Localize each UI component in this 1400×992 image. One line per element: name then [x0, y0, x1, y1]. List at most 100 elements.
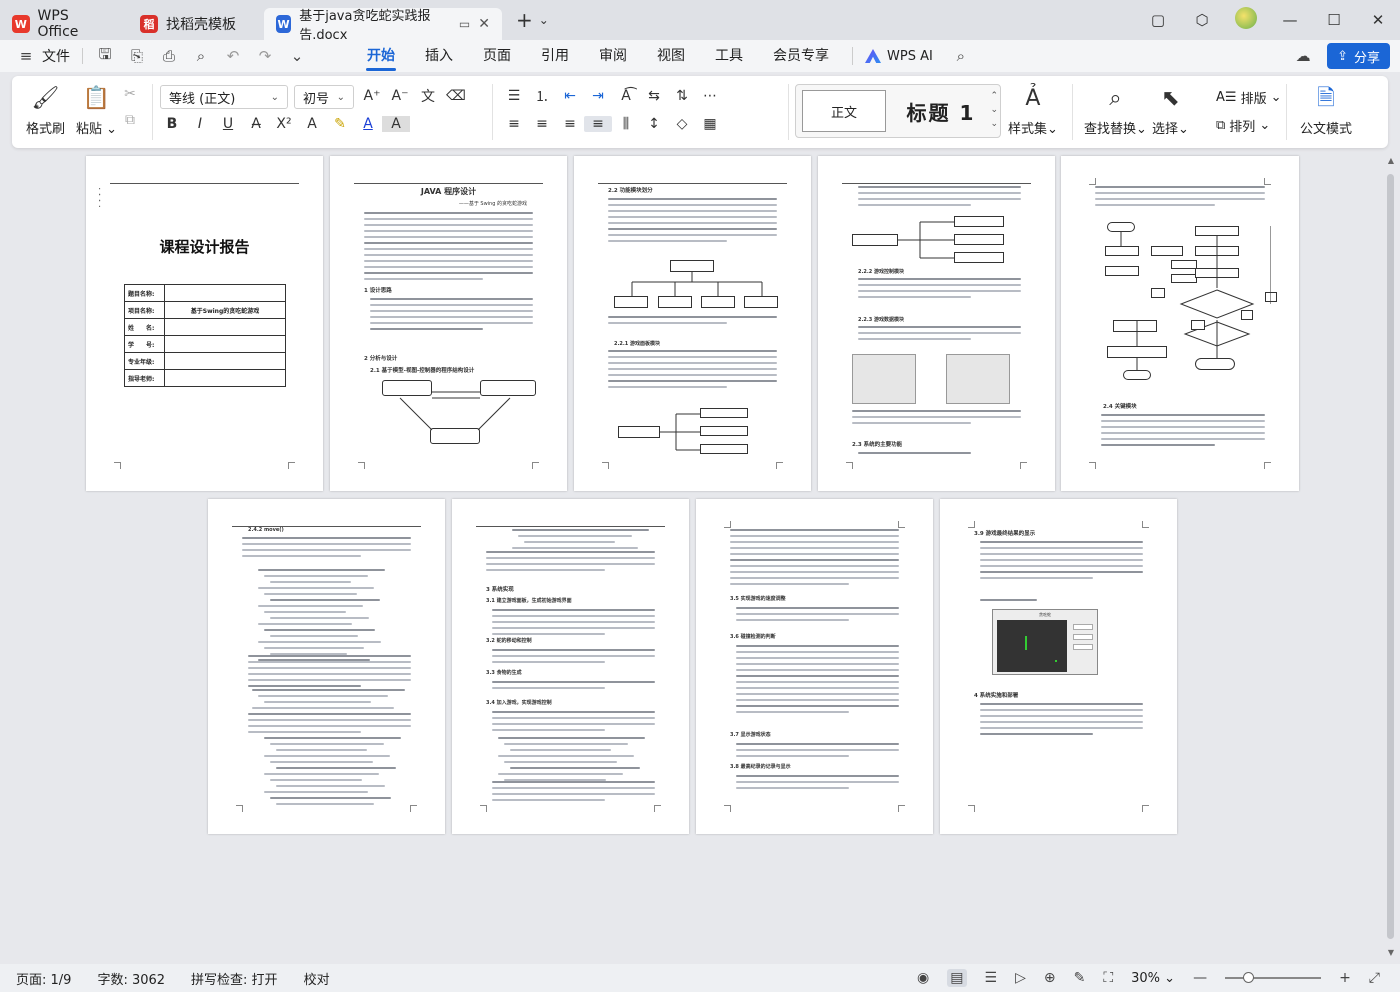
- new-tab-plus-icon[interactable]: +: [516, 8, 533, 32]
- tab-insert[interactable]: 插入: [410, 40, 468, 72]
- cube-icon[interactable]: ⬡: [1180, 11, 1224, 29]
- shading-icon[interactable]: ◇: [668, 116, 696, 132]
- sort-icon[interactable]: ⇅: [668, 88, 696, 104]
- text-direction-icon[interactable]: ⇆: [640, 88, 668, 104]
- print-preview-icon[interactable]: ⌕: [191, 47, 211, 65]
- close-tab-icon[interactable]: ✕: [478, 16, 490, 32]
- eye-protection-icon[interactable]: ◉: [917, 970, 929, 986]
- align-right-icon[interactable]: ≡: [556, 116, 584, 132]
- cloud-upload-icon[interactable]: ☁: [1293, 47, 1313, 65]
- style-scroll[interactable]: ⌃ ⌄ ⌄: [990, 89, 998, 131]
- font-color-icon[interactable]: A: [354, 116, 382, 132]
- show-marks-icon[interactable]: ⋯: [696, 88, 724, 104]
- proofread-button[interactable]: 校对: [304, 969, 330, 988]
- word-count[interactable]: 字数: 3062: [97, 969, 165, 988]
- zoom-level[interactable]: 30% ⌄: [1131, 971, 1175, 986]
- page-thumbnail-1[interactable]: ⁚ ⁚ ⁚ 课程设计报告 题目名称: 项目名称: 基于Swing的贪吃蛇游戏 姓 名:…: [86, 156, 323, 491]
- phonetic-icon[interactable]: 文: [414, 86, 442, 106]
- monitor-icon[interactable]: ▭: [459, 17, 470, 31]
- zoom-in-icon[interactable]: +: [1339, 970, 1351, 986]
- page-thumbnail-4[interactable]: 2.2.2 游戏控制模块 2.2.3 游戏数据模块 2.3 系统的主要功能: [818, 156, 1055, 491]
- align-left-icon[interactable]: ≡: [500, 116, 528, 132]
- style-set-button[interactable]: Ả 样式集⌄: [1008, 84, 1058, 137]
- italic-icon[interactable]: I: [186, 116, 214, 132]
- superscript-icon[interactable]: X²: [270, 116, 298, 132]
- text-effect-icon[interactable]: A: [298, 116, 326, 132]
- save-icon[interactable]: 🖫: [95, 44, 115, 69]
- wps-ai-button[interactable]: WPS AI: [852, 47, 945, 65]
- page-view-icon[interactable]: ▤: [947, 969, 967, 987]
- zoom-slider[interactable]: [1225, 972, 1322, 983]
- increase-font-icon[interactable]: A⁺: [358, 88, 386, 104]
- print-icon[interactable]: ⎙: [159, 47, 179, 65]
- tab-document[interactable]: W 基于java贪吃蛇实践报告.docx ▭ ✕: [264, 8, 502, 43]
- numbered-list-icon[interactable]: ⒈: [528, 86, 556, 106]
- web-view-icon[interactable]: ⊕: [1044, 970, 1056, 986]
- style-normal[interactable]: 正文: [802, 90, 886, 132]
- export-icon[interactable]: ⎘: [127, 47, 147, 65]
- font-size-select[interactable]: 初号 ⌄: [294, 85, 354, 109]
- page-thumbnail-6[interactable]: 2.4.2 move(): [208, 499, 445, 834]
- page-thumbnail-5[interactable]: 2.4 关键模块: [1061, 156, 1299, 491]
- distributed-icon[interactable]: ⫼: [612, 116, 640, 132]
- copy-icon[interactable]: ⧉: [116, 112, 144, 128]
- highlight-icon[interactable]: ✎: [326, 116, 354, 132]
- fit-window-icon[interactable]: ⛶: [1103, 970, 1113, 986]
- decrease-indent-icon[interactable]: ⇤: [556, 88, 584, 104]
- char-shading-icon[interactable]: A: [382, 116, 410, 132]
- undo-icon[interactable]: ↶: [223, 47, 243, 65]
- arrange-button[interactable]: ⧉ 排列 ⌄: [1216, 116, 1270, 135]
- tab-home[interactable]: 开始: [352, 40, 410, 72]
- tab-templates[interactable]: 稻 找稻壳模板: [128, 8, 260, 40]
- increase-indent-icon[interactable]: ⇥: [584, 88, 612, 104]
- share-button[interactable]: ⇪ 分享: [1327, 43, 1390, 69]
- vertical-scrollbar[interactable]: ▲ ▼: [1384, 152, 1398, 962]
- align-center-icon[interactable]: ≡: [528, 116, 556, 132]
- decrease-font-icon[interactable]: A⁻: [386, 88, 414, 104]
- zoom-out-icon[interactable]: —: [1193, 970, 1207, 986]
- chevron-down-icon[interactable]: ⌄: [287, 47, 307, 65]
- file-menu-button[interactable]: ≡ 文件: [16, 46, 70, 66]
- clear-format-icon[interactable]: ⌫: [442, 88, 470, 104]
- doc-mode-button[interactable]: 🗎 公文模式: [1300, 84, 1352, 137]
- scroll-down-icon[interactable]: ▼: [1384, 948, 1398, 957]
- tab-page[interactable]: 页面: [468, 40, 526, 72]
- cut-icon[interactable]: ✂: [116, 86, 144, 102]
- border-icon[interactable]: ▦: [696, 116, 724, 132]
- underline-icon[interactable]: U: [214, 116, 242, 132]
- outline-view-icon[interactable]: ☰: [985, 970, 998, 986]
- play-icon[interactable]: ▷: [1015, 970, 1026, 986]
- tab-wps-office[interactable]: W WPS Office: [0, 8, 124, 40]
- strikethrough-icon[interactable]: A̶: [242, 116, 270, 132]
- page-thumbnail-2[interactable]: JAVA 程序设计 ——基于 Swing 的贪吃蛇游戏 1 设计思路 2 分析与…: [330, 156, 567, 491]
- line-spacing-icon[interactable]: ↕: [640, 116, 668, 132]
- page-thumbnail-8[interactable]: 3.5 实现游戏的速度调整 3.6 碰撞检测的判断 3.7 显示游戏状态 3.8…: [696, 499, 933, 834]
- page-indicator[interactable]: 页面: 1/9: [16, 969, 71, 988]
- chinese-layout-icon[interactable]: A͡: [612, 88, 640, 104]
- bullet-list-icon[interactable]: ☰: [500, 88, 528, 104]
- page-thumbnail-7[interactable]: 3 系统实现 3.1 建立游戏面板，生成初始游戏界面 3.2 蛇的移动和控制 3…: [452, 499, 689, 834]
- justify-icon[interactable]: ≡: [584, 116, 612, 132]
- avatar[interactable]: [1224, 7, 1268, 33]
- scroll-up-icon[interactable]: ▲: [1384, 156, 1398, 165]
- close-window-icon[interactable]: ✕: [1356, 11, 1400, 29]
- tab-review[interactable]: 审阅: [584, 40, 642, 72]
- style-heading-1[interactable]: 标题 1: [896, 90, 986, 132]
- typeset-button[interactable]: A☰ 排版 ⌄: [1216, 88, 1281, 107]
- redo-icon[interactable]: ↷: [255, 47, 275, 65]
- spellcheck-toggle[interactable]: 拼写检查: 打开: [191, 969, 278, 988]
- pen-icon[interactable]: ✎: [1074, 970, 1086, 986]
- tab-references[interactable]: 引用: [526, 40, 584, 72]
- minimize-icon[interactable]: —: [1268, 11, 1312, 29]
- select-button[interactable]: ⬉ 选择⌄: [1152, 84, 1189, 137]
- find-replace-button[interactable]: ⌕ 查找替换⌄: [1084, 84, 1147, 137]
- font-name-select[interactable]: 等线 (正文) ⌄: [160, 85, 288, 109]
- fullscreen-icon[interactable]: ⤢: [1369, 970, 1380, 986]
- search-icon[interactable]: ⌕: [951, 47, 971, 65]
- bold-icon[interactable]: B: [158, 116, 186, 132]
- tab-member[interactable]: 会员专享: [758, 40, 844, 72]
- maximize-icon[interactable]: ☐: [1312, 11, 1356, 29]
- tab-view[interactable]: 视图: [642, 40, 700, 72]
- scroll-thumb[interactable]: [1387, 174, 1394, 939]
- zoom-slider-knob[interactable]: [1243, 972, 1255, 983]
